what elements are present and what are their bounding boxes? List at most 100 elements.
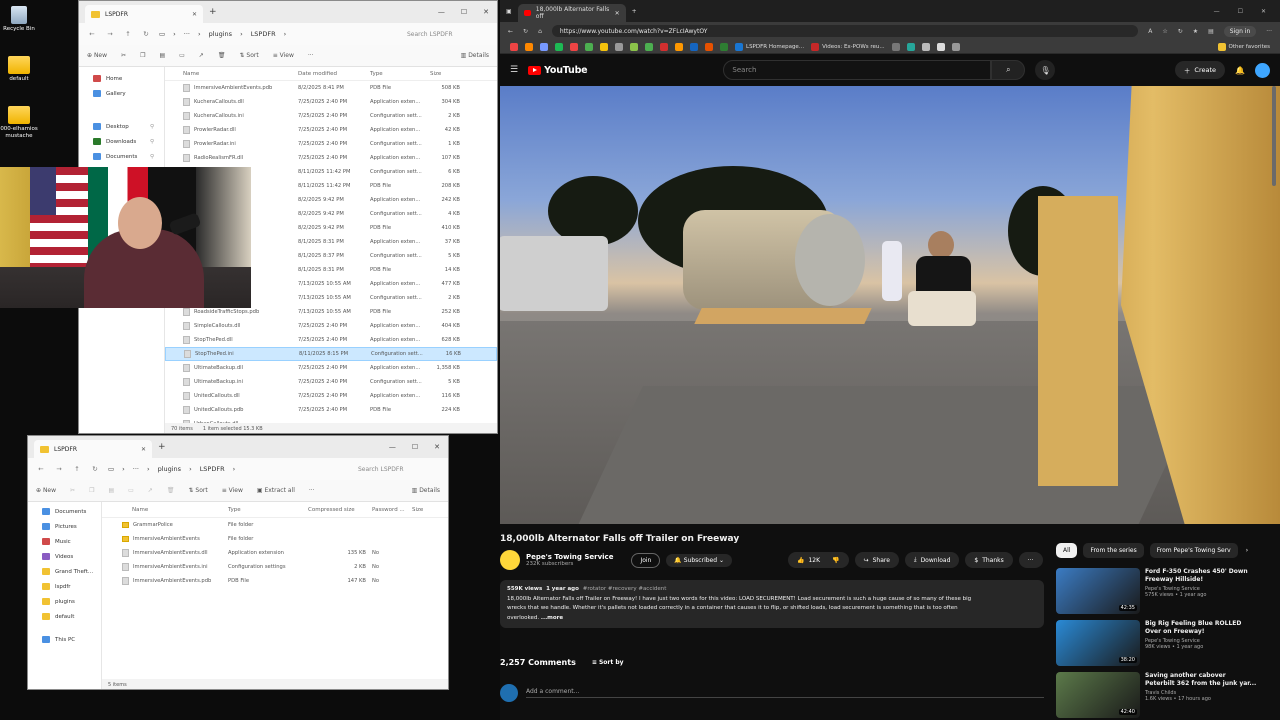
breadcrumb-item[interactable]: plugins <box>158 465 182 473</box>
search-input[interactable]: Search LSPDFR <box>407 31 489 38</box>
file-row[interactable]: SimpleCallouts.dll 7/25/2025 2:40 PM Appli… <box>165 319 497 333</box>
close-tab-icon[interactable]: ✕ <box>192 11 197 18</box>
column-date[interactable]: Date modified <box>298 71 370 77</box>
desktop-icon-mustache[interactable]: 000-elhamios mustache <box>0 106 38 139</box>
recommended-video[interactable]: 38:20 Big Rig Feeling Blue ROLLED Over on … <box>1056 620 1272 666</box>
column-size[interactable]: Size <box>412 507 442 513</box>
thumbs-down-icon[interactable]: 👎 <box>832 557 839 564</box>
up-icon[interactable]: ↑ <box>123 30 133 38</box>
maximize-icon[interactable]: ☐ <box>412 443 418 451</box>
file-row[interactable]: StopThePed.ini 8/11/2025 8:15 PM Configura… <box>165 347 497 361</box>
refresh-icon[interactable]: ↻ <box>141 30 151 38</box>
file-row[interactable]: ImmersiveAmbientEvents.pdb 8/2/2025 8:41 … <box>165 81 497 95</box>
nav-item-this-pc[interactable]: This PC <box>28 632 101 647</box>
like-button[interactable]: 👍 12K 👎 <box>788 552 849 568</box>
join-button[interactable]: Join <box>631 552 661 568</box>
more-icon[interactable]: ··· <box>308 52 314 59</box>
column-size[interactable]: Size <box>430 71 460 77</box>
breadcrumb-item[interactable]: LSPDFR <box>251 30 276 38</box>
download-button[interactable]: ⤓ Download <box>904 552 960 568</box>
nav-item-plugins[interactable]: plugins <box>28 594 101 609</box>
up-icon[interactable]: ↑ <box>72 465 82 473</box>
chip-from-series[interactable]: From the series <box>1083 543 1144 558</box>
new-button[interactable]: ⊕ New <box>36 487 56 494</box>
back-icon[interactable]: ← <box>36 465 46 473</box>
comment-input[interactable]: Add a comment... <box>526 688 1044 698</box>
column-name[interactable]: Name <box>183 71 298 77</box>
breadcrumb-item[interactable]: plugins <box>209 30 233 38</box>
breadcrumb[interactable]: ▭ › ··· › plugins › LSPDFR › <box>159 30 399 38</box>
nav-item-gallery[interactable]: Gallery <box>79 86 164 101</box>
recommended-title[interactable]: Ford F-350 Crashes 450' Down Freeway Hill… <box>1145 568 1272 584</box>
new-tab-icon[interactable]: + <box>158 442 166 452</box>
recommended-video[interactable]: 42:35 Ford F-350 Crashes 450' Down Freeway… <box>1056 568 1272 614</box>
recommended-title[interactable]: Saving another cabover Peterbilt 362 from… <box>1145 672 1272 688</box>
breadcrumb-item[interactable]: LSPDFR <box>200 465 225 473</box>
minimize-icon[interactable]: — <box>389 443 396 451</box>
more-actions-button[interactable]: ··· <box>1018 552 1043 568</box>
file-row[interactable]: UnitedCallouts.pdb 7/25/2025 2:40 PM PDB F… <box>165 403 497 417</box>
recommended-title[interactable]: Big Rig Feeling Blue ROLLED Over on Freew… <box>1145 620 1272 636</box>
chip-from-channel[interactable]: From Pepe's Towing Serv <box>1149 543 1238 558</box>
back-icon[interactable]: ← <box>87 30 97 38</box>
more-icon[interactable]: ··· <box>309 487 315 494</box>
column-password[interactable]: Password ... <box>372 507 412 513</box>
delete-icon[interactable]: 🗑 <box>218 52 226 59</box>
desktop-icon-recycle-bin[interactable]: Recycle Bin <box>0 6 38 33</box>
chevron-right-icon[interactable]: › <box>1244 543 1250 558</box>
desktop-icon-default[interactable]: default <box>0 56 38 83</box>
file-row[interactable]: StopThePed.dll 7/25/2025 2:40 PM Applicati… <box>165 333 497 347</box>
search-input[interactable]: Search LSPDFR <box>358 466 440 473</box>
video-thumbnail[interactable]: 42:40 <box>1056 672 1140 718</box>
column-compressed[interactable]: Compressed size <box>308 507 372 513</box>
cut-icon[interactable]: ✂ <box>70 487 75 494</box>
video-description[interactable]: 559K views 1 year ago #rotator #recovery… <box>500 580 1044 628</box>
nav-item-home[interactable]: Home <box>79 71 164 86</box>
file-row[interactable]: UltimateBackup.ini 7/25/2025 2:40 PM Confi… <box>165 375 497 389</box>
file-row[interactable]: KucheraCallouts.dll 7/25/2025 2:40 PM Appl… <box>165 95 497 109</box>
file-row[interactable]: UltimateBackup.dll 7/25/2025 2:40 PM Appli… <box>165 361 497 375</box>
new-button[interactable]: ⊕ New <box>87 52 107 59</box>
chip-all[interactable]: All <box>1056 543 1078 558</box>
channel-name[interactable]: Pepe's Towing Service <box>526 553 613 561</box>
file-row[interactable]: ProwlerRadar.dll 7/25/2025 2:40 PM Applica… <box>165 123 497 137</box>
refresh-icon[interactable]: ↻ <box>90 465 100 473</box>
extract-all-button[interactable]: ▣ Extract all <box>257 487 295 494</box>
file-row[interactable]: ImmersiveAmbientEvents.ini Configuration … <box>102 560 448 574</box>
sort-comments-button[interactable]: ≡ Sort by <box>592 659 624 666</box>
more-link[interactable]: ...more <box>541 615 563 621</box>
nav-item-pictures[interactable]: Pictures <box>28 519 101 534</box>
cut-icon[interactable]: ✂ <box>121 52 126 59</box>
sort-button[interactable]: ⇅ Sort <box>239 52 258 59</box>
share-icon[interactable]: ↗ <box>148 487 153 494</box>
nav-item-default[interactable]: default <box>28 609 101 624</box>
explorer-tab[interactable]: LSPDFR ✕ <box>34 440 152 458</box>
column-name[interactable]: Name <box>132 507 228 513</box>
file-row[interactable]: KucheraCallouts.ini 7/25/2025 2:40 PM Conf… <box>165 109 497 123</box>
sort-button[interactable]: ⇅ Sort <box>188 487 207 494</box>
rename-icon[interactable]: ▭ <box>128 487 134 494</box>
nav-item-documents[interactable]: Documents ⚲ <box>79 149 164 164</box>
nav-item-desktop[interactable]: Desktop ⚲ <box>79 119 164 134</box>
column-type[interactable]: Type <box>228 507 308 513</box>
thanks-button[interactable]: $ Thanks <box>965 552 1013 568</box>
video-thumbnail[interactable]: 38:20 <box>1056 620 1140 666</box>
view-button[interactable]: ≡ View <box>273 52 294 59</box>
breadcrumb[interactable]: ▭ › ··· › plugins › LSPDFR › <box>108 465 350 473</box>
file-row[interactable]: ProwlerRadar.ini 7/25/2025 2:40 PM Configu… <box>165 137 497 151</box>
nav-item-gta[interactable]: Grand Theft... <box>28 564 101 579</box>
minimize-icon[interactable]: — <box>438 8 445 16</box>
details-button[interactable]: ▥ Details <box>412 487 440 494</box>
new-tab-icon[interactable]: + <box>209 7 217 17</box>
file-row[interactable]: GrammarPolice File folder <box>102 518 448 532</box>
file-row[interactable]: UnitedCallouts.dll 7/25/2025 2:40 PM Appli… <box>165 389 497 403</box>
maximize-icon[interactable]: ☐ <box>461 8 467 16</box>
forward-icon[interactable]: → <box>54 465 64 473</box>
file-row[interactable]: ImmersiveAmbientEvents File folder <box>102 532 448 546</box>
explorer-tab[interactable]: LSPDFR ✕ <box>85 5 203 23</box>
close-icon[interactable]: ✕ <box>483 8 489 16</box>
delete-icon[interactable]: 🗑 <box>167 487 175 494</box>
column-type[interactable]: Type <box>370 71 430 77</box>
forward-icon[interactable]: → <box>105 30 115 38</box>
paste-icon[interactable]: ▤ <box>108 487 114 494</box>
